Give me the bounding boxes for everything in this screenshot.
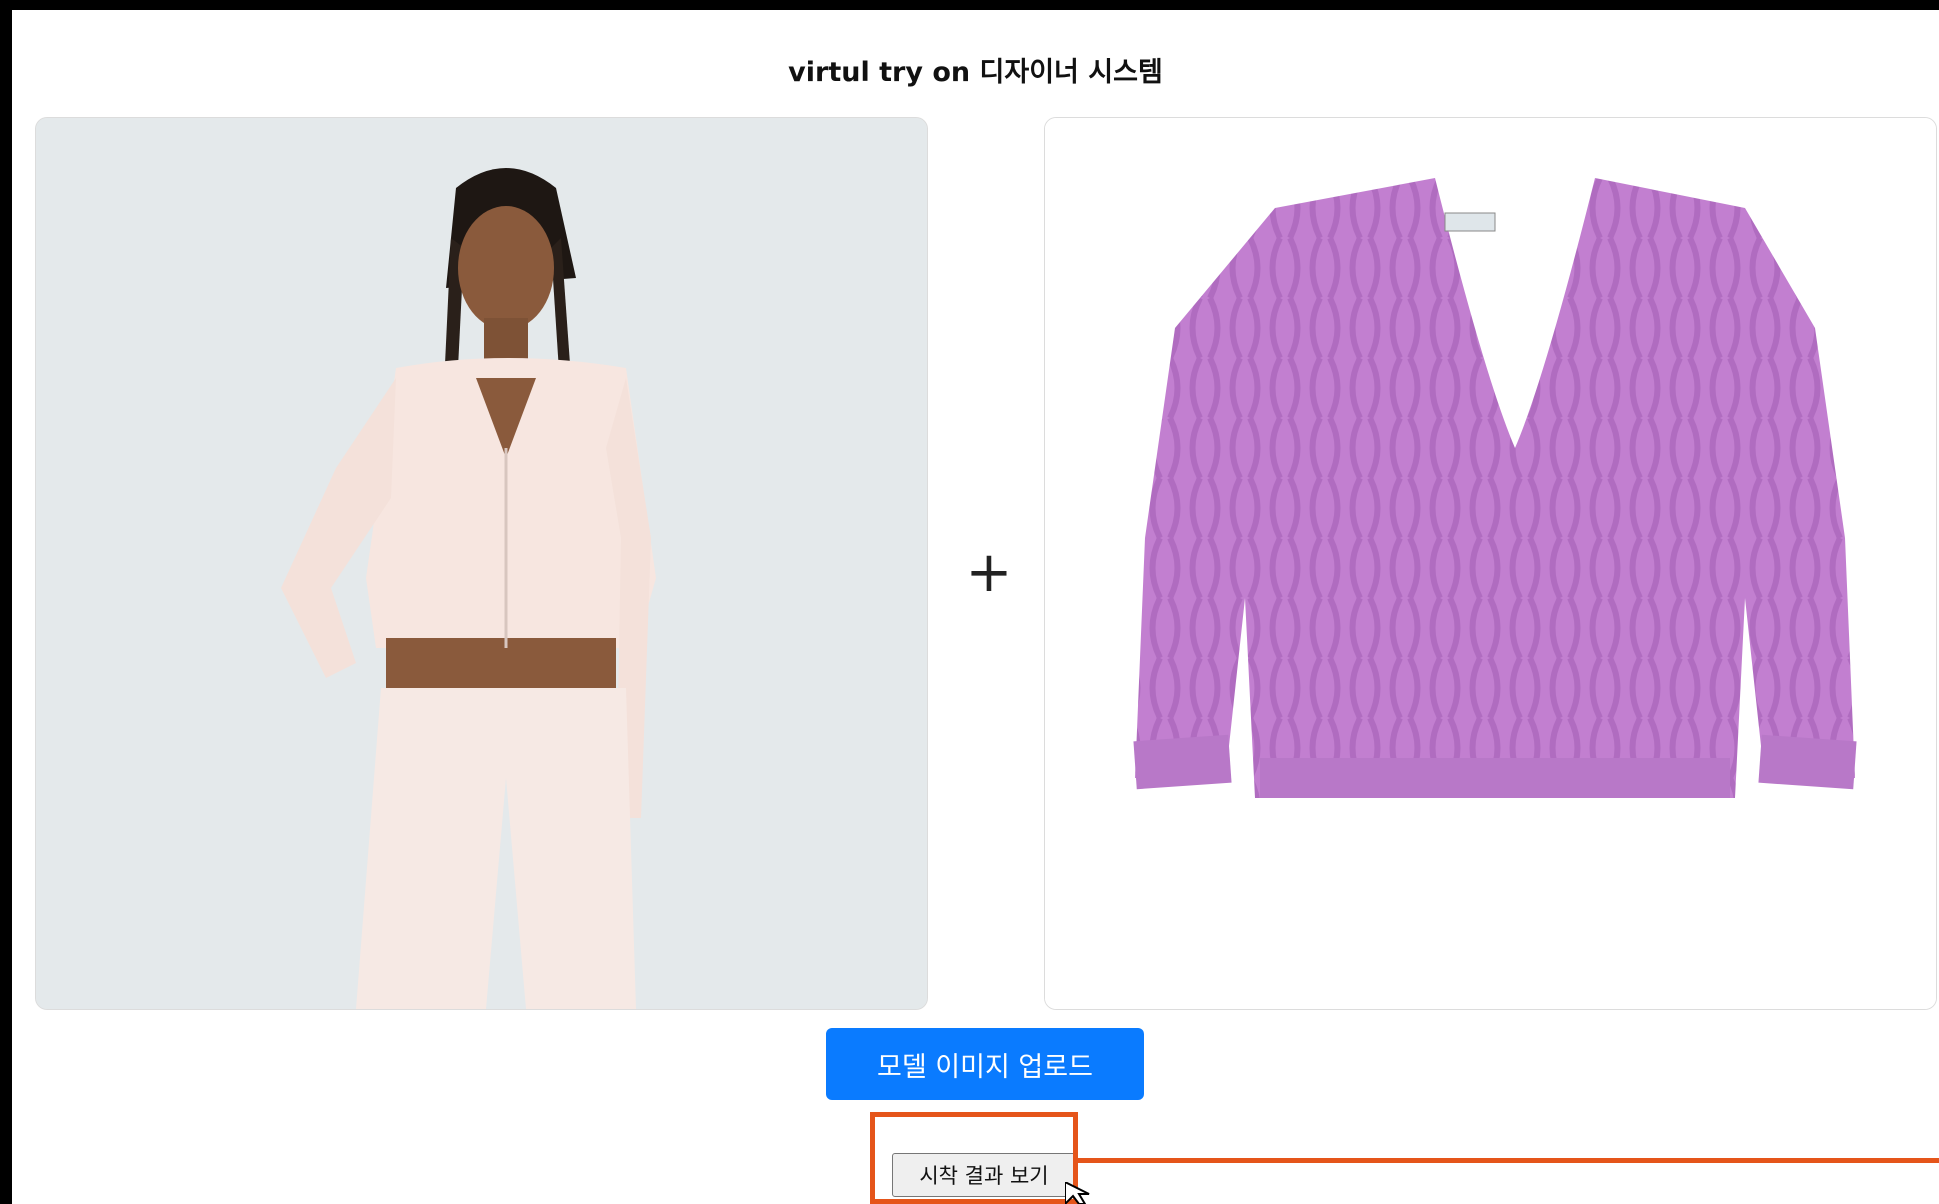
app-window: virtul try on 디자이너 시스템 + 모델 이미지 업로드 시착 결… [12,10,1939,1204]
view-try-on-result-button[interactable]: 시착 결과 보기 [892,1153,1076,1197]
model-image-panel [35,117,928,1010]
page-title: virtul try on 디자이너 시스템 [788,57,1163,88]
mouse-cursor-icon [1065,1182,1090,1204]
garment-image [1045,118,1936,1009]
garment-image-panel [1044,117,1937,1010]
highlight-annotation-line [1078,1158,1939,1163]
upload-model-image-button[interactable]: 모델 이미지 업로드 [826,1028,1144,1100]
model-image [36,118,927,1009]
plus-icon: + [965,540,1013,605]
